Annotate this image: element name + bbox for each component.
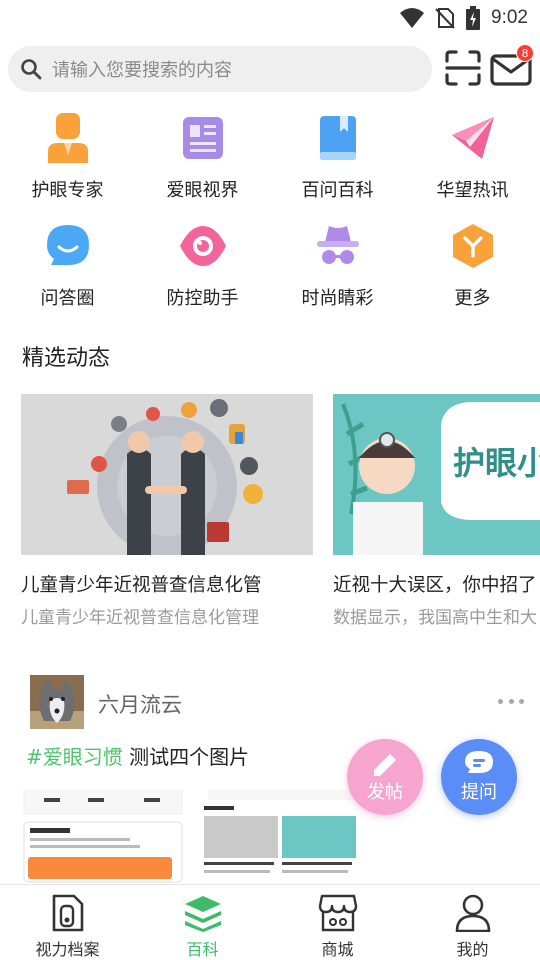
grid-item-encyclopedia[interactable]: 百问百科 [270,110,405,218]
featured-carousel[interactable]: 儿童青少年近视普查信息化管 儿童青少年近视普查信息化管理 护眼小贴士 近视十大误… [21,394,540,634]
more-options-icon[interactable] [494,688,528,714]
nav-label: 我的 [456,940,489,959]
featured-card[interactable]: 儿童青少年近视普查信息化管 儿童青少年近视普查信息化管理 [21,394,313,628]
layers-icon [183,893,223,932]
book-icon [310,110,366,166]
card-subtitle: 数据显示，我国高中生和大 [333,608,537,628]
card-image-text: 护眼小贴士 [453,444,540,482]
message-badge: 8 [516,44,534,62]
search-row: 请输入您要搜索的内容 8 [8,44,534,94]
post-button-label: 发帖 [367,782,403,803]
nav-label: 视力档案 [35,940,100,959]
grid-label: 问答圈 [40,288,95,309]
wifi-icon [400,8,425,28]
card-image-handshake [21,394,313,555]
post-hashtag[interactable]: #爱眼习惯 [26,745,123,769]
card-image-eye-tips: 护眼小贴士 [333,394,540,555]
status-icons: 9:02 [399,4,528,32]
card-title: 儿童青少年近视普查信息化管 [21,575,262,596]
post-images[interactable] [22,790,362,884]
feature-grid: 护眼专家 爱眼视界 百问百科 华望热讯 问答圈 防控助手 时尚睛彩 更多 [0,110,540,326]
person-icon [453,893,493,932]
battery-icon [466,6,481,30]
grid-label: 百问百科 [301,180,374,201]
status-bar: 9:02 [0,0,540,36]
grid-item-more[interactable]: 更多 [405,218,540,326]
post-content: #爱眼习惯 测试四个图片 [26,741,249,770]
avatar[interactable] [30,675,84,729]
scan-icon[interactable] [444,49,482,87]
send-icon [445,110,501,166]
grid-item-qa-circle[interactable]: 问答圈 [0,218,135,326]
grid-label: 爱眼视界 [166,180,239,201]
grid-label: 时尚睛彩 [301,288,374,309]
card-title: 近视十大误区，你中招了 [333,575,537,596]
grid-item-vision-world[interactable]: 爱眼视界 [135,110,270,218]
eye-icon [175,218,231,274]
nav-shop[interactable]: 商城 [270,885,405,960]
card-subtitle: 儿童青少年近视普查信息化管理 [21,608,259,628]
search-icon [21,59,42,80]
nav-label: 商城 [321,940,354,959]
hat-glasses-icon [310,218,366,274]
nav-mine[interactable]: 我的 [405,885,540,960]
question-bubble-icon [465,751,493,773]
grid-label: 华望热讯 [436,180,509,201]
file-icon [48,893,88,932]
no-sim-icon [435,8,455,29]
nav-vision-file[interactable]: 视力档案 [0,885,135,960]
more-hexagon-icon [445,218,501,274]
pencil-icon [374,754,396,776]
status-time: 9:02 [491,7,528,28]
grid-label: 护眼专家 [31,180,104,201]
ask-button[interactable]: 提问 [441,739,517,815]
featured-card[interactable]: 护眼小贴士 近视十大误区，你中招了 数据显示，我国高中生和大 [333,394,540,628]
post-button[interactable]: 发帖 [347,739,423,815]
nav-label: 百科 [186,940,219,959]
article-icon [175,110,231,166]
grid-item-expert[interactable]: 护眼专家 [0,110,135,218]
grid-item-fashion[interactable]: 时尚睛彩 [270,218,405,326]
post-username[interactable]: 六月流云 [98,689,182,719]
grid-item-prevention-assistant[interactable]: 防控助手 [135,218,270,326]
search-placeholder: 请输入您要搜索的内容 [52,60,232,81]
app-screen: 9:02 请输入您要搜索的内容 8 护眼专家 爱眼视界 百问百科 华望热讯 问答… [0,0,540,960]
grid-label: 更多 [454,288,491,309]
message-button[interactable]: 8 [490,44,534,88]
shop-icon [318,893,358,932]
bottom-nav: 视力档案 百科 商城 我的 [0,884,540,960]
chat-bubble-icon [40,218,96,274]
nav-encyclopedia[interactable]: 百科 [135,885,270,960]
grid-item-hot-news[interactable]: 华望热讯 [405,110,540,218]
doctor-icon [40,110,96,166]
ask-button-label: 提问 [461,782,497,803]
grid-label: 防控助手 [166,288,239,309]
search-input[interactable]: 请输入您要搜索的内容 [8,46,432,92]
section-title: 精选动态 [22,346,111,371]
post-text: 测试四个图片 [122,745,250,769]
